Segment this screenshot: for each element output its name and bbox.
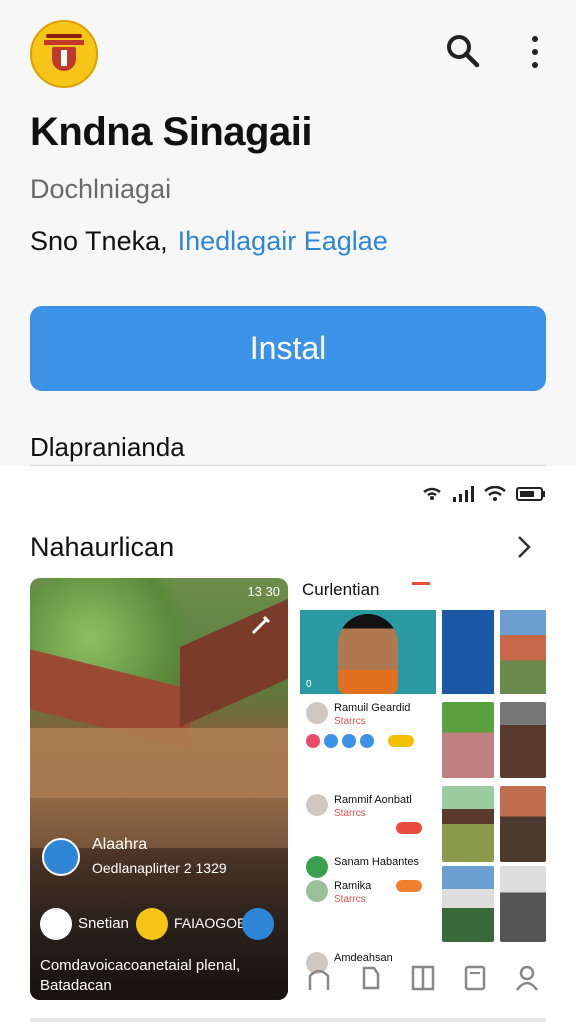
- meta-link[interactable]: Ihedlagair Eaglae: [178, 226, 388, 256]
- avatar: [42, 838, 80, 876]
- feed-thumb: [500, 866, 546, 942]
- app-title: Kndna Sinagaii: [30, 110, 312, 154]
- signal-icon: [453, 486, 474, 502]
- feed-image-blue: [442, 610, 494, 694]
- app-developer[interactable]: Dochlniagai: [30, 174, 171, 205]
- wifi-icon: [484, 486, 506, 501]
- card-caption: Comdavoicacoanetaial plenal, Batadacan: [40, 957, 241, 994]
- feed-thumb: [500, 702, 546, 778]
- feed-title: Curlentian: [302, 580, 380, 599]
- avatar: [306, 794, 328, 816]
- feed-thumb: [442, 786, 494, 862]
- section-label: Dlapranianda: [30, 432, 185, 462]
- post-name: Rammif Aonbatl: [334, 794, 412, 806]
- chip-label-2: FAIAOGOE: [174, 915, 247, 931]
- post-name: Amdeahsan: [334, 952, 393, 964]
- post-sub: Starrcs: [334, 808, 366, 819]
- post-reactions: [396, 822, 422, 834]
- post-reactions: [306, 734, 414, 748]
- book-icon[interactable]: [410, 964, 436, 992]
- app-meta: Sno Tneka, Ihedlagair Eaglae: [30, 226, 388, 257]
- bottom-nav: [300, 964, 546, 1004]
- feed-thumb: [442, 866, 494, 942]
- feed-screenshot[interactable]: Curlentian 0 Ramuil Geardid Starrcs Ramm…: [300, 576, 546, 1006]
- chip-label-1: Snetian: [78, 915, 129, 932]
- feed-image-house: [500, 610, 546, 694]
- post-name: Sanam Habantes: [334, 856, 419, 868]
- profile-icon[interactable]: [514, 964, 540, 992]
- card-actions: Snetian FAIAOGOE: [40, 908, 280, 942]
- feed-main-badge: 0: [306, 679, 312, 690]
- screenshots-title: Nahaurlican: [30, 532, 175, 562]
- feed-thumb: [500, 786, 546, 862]
- post-sub: Starrcs: [334, 894, 366, 905]
- scroll-indicator: [30, 1018, 546, 1022]
- library-icon[interactable]: [462, 964, 488, 992]
- chip-icon-1[interactable]: [40, 908, 72, 940]
- home-icon[interactable]: [306, 964, 332, 992]
- card-name: Alaahra: [92, 836, 148, 853]
- apps-icon[interactable]: [358, 964, 384, 992]
- status-bar: [422, 486, 546, 502]
- search-icon[interactable]: [444, 32, 480, 68]
- feed-accent: [412, 582, 430, 585]
- card-time: 13 30: [247, 584, 280, 599]
- app-logo: [30, 20, 98, 88]
- avatar: [306, 856, 328, 878]
- battery-icon: [516, 487, 545, 501]
- more-options-icon[interactable]: [524, 34, 546, 70]
- post-sub: Starrcs: [334, 716, 366, 727]
- avatar: [306, 880, 328, 902]
- feature-screenshot-card[interactable]: 13 30 Alaahra Oedlanaplirter 2 1329 Snet…: [30, 578, 288, 1000]
- post-name: Ramika: [334, 880, 372, 892]
- hotspot-icon: [423, 487, 441, 500]
- edit-icon[interactable]: [250, 614, 272, 636]
- meta-prefix: Sno Tneka,: [30, 226, 168, 256]
- share-icon[interactable]: [242, 908, 274, 940]
- post-name: Ramuil Geardid: [334, 702, 411, 714]
- chevron-right-icon[interactable]: [512, 532, 536, 562]
- avatar: [306, 702, 328, 724]
- card-subtitle: Oedlanaplirter 2 1329: [92, 860, 227, 876]
- card-subtitle-num: 2 1329: [183, 860, 227, 876]
- app-header: Kndna Sinagaii Dochlniagai Sno Tneka, Ihe…: [0, 0, 576, 467]
- chip-icon-2[interactable]: [136, 908, 168, 940]
- feed-thumb: [442, 702, 494, 778]
- feed-main-image: 0: [300, 610, 436, 694]
- screenshot-panel: Nahaurlican 13 30 Alaahra Oedlanaplirter…: [0, 466, 576, 1024]
- install-button[interactable]: Instal: [30, 306, 546, 391]
- post-reactions: [396, 880, 422, 892]
